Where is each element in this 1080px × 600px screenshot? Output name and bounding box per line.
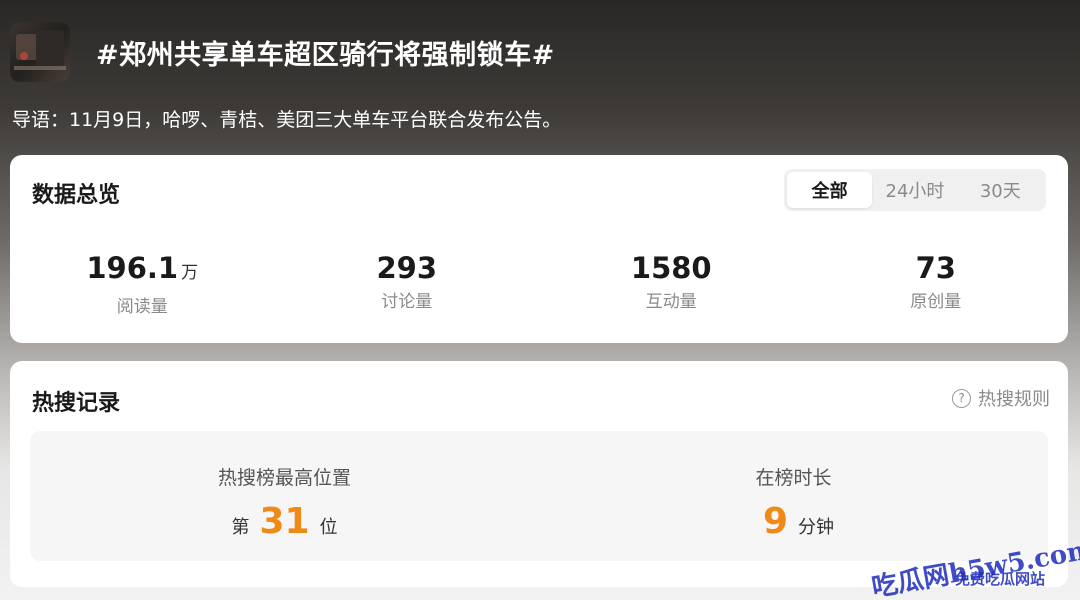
stat-reads-value: 196.1 xyxy=(86,251,179,285)
rules-label: 热搜规则 xyxy=(978,389,1050,410)
hot-search-card: 热搜记录 ? 热搜规则 热搜榜最高位置 第 31 位 在榜时长 9 分钟 xyxy=(10,361,1068,587)
best-rank-value: 31 xyxy=(259,501,310,542)
tab-30d[interactable]: 30天 xyxy=(958,172,1043,208)
stat-discussions: 293 讨论量 xyxy=(275,251,540,317)
stats-row: 196.1 万 阅读量 293 讨论量 1580 互动量 73 原创量 xyxy=(10,251,1068,317)
data-overview-card: 数据总览 全部 24小时 30天 196.1 万 阅读量 293 讨论量 1580… xyxy=(10,155,1068,343)
stat-originals-value: 73 xyxy=(915,251,956,285)
hot-search-rules-link[interactable]: ? 热搜规则 xyxy=(952,385,1050,411)
question-circle-icon: ? xyxy=(952,388,971,408)
duration-value: 9 xyxy=(762,501,789,542)
stat-interactions: 1580 互动量 xyxy=(539,251,804,317)
best-rank-suffix: 位 xyxy=(319,517,338,538)
stat-originals-label: 原创量 xyxy=(910,292,962,312)
best-rank-prefix: 第 xyxy=(231,517,250,538)
stat-discussions-value: 293 xyxy=(376,251,438,285)
best-rank-block: 热搜榜最高位置 第 31 位 xyxy=(30,431,539,561)
best-rank-label: 热搜榜最高位置 xyxy=(217,467,351,489)
stat-reads-unit: 万 xyxy=(181,263,199,283)
stat-interactions-label: 互动量 xyxy=(645,292,697,312)
overview-title: 数据总览 xyxy=(32,183,121,208)
watermark-subtext: 免费吃瓜网站 xyxy=(955,570,1046,588)
duration-block: 在榜时长 9 分钟 xyxy=(539,431,1048,561)
stat-reads-label: 阅读量 xyxy=(116,297,168,317)
stat-interactions-value: 1580 xyxy=(630,251,712,285)
duration-label: 在榜时长 xyxy=(755,467,832,489)
hot-search-stats: 热搜榜最高位置 第 31 位 在榜时长 9 分钟 xyxy=(30,431,1048,561)
time-range-tabs: 全部 24小时 30天 xyxy=(784,169,1046,211)
stat-reads: 196.1 万 阅读量 xyxy=(10,251,275,317)
topic-header: #郑州共享单车超区骑行将强制锁车# xyxy=(10,22,555,82)
topic-thumbnail xyxy=(10,22,70,82)
stat-discussions-label: 讨论量 xyxy=(381,292,433,312)
tab-all[interactable]: 全部 xyxy=(787,172,873,208)
topic-intro: 导语：11月9日，哈啰、青桔、美团三大单车平台联合发布公告。 xyxy=(12,109,562,131)
stat-originals: 73 原创量 xyxy=(804,251,1069,317)
tab-24h[interactable]: 24小时 xyxy=(872,172,957,208)
hot-search-title: 热搜记录 xyxy=(32,391,121,416)
topic-title: #郑州共享单车超区骑行将强制锁车# xyxy=(96,39,555,71)
duration-suffix: 分钟 xyxy=(798,517,835,538)
